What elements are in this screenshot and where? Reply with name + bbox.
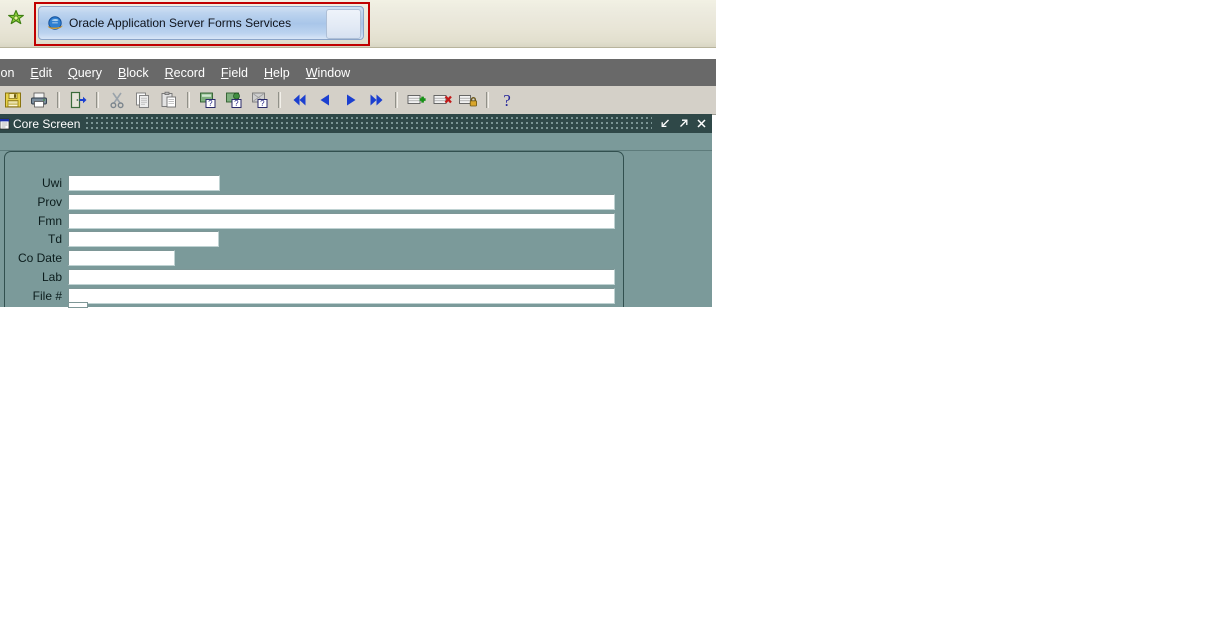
menu-item-query-label: uery	[77, 65, 103, 80]
form-row-co-date: Co Date	[0, 249, 175, 266]
close-button[interactable]	[694, 116, 709, 131]
cancel-query-icon[interactable]: ?	[249, 89, 271, 111]
titlebar-drag-hatch[interactable]	[86, 117, 652, 130]
first-record-icon[interactable]	[288, 89, 310, 111]
menu-item-field-label: ield	[228, 65, 249, 80]
taskbar-button-oracle-forms[interactable]: Oracle Application Server Forms Services	[38, 6, 364, 40]
menu-item-window[interactable]: Window	[298, 66, 358, 80]
menu-item-help-accel: H	[264, 65, 274, 80]
previous-record-icon[interactable]	[314, 89, 336, 111]
forms-mdi-client: Core Screen Uwi Prov Fmn Td Co Date Lab …	[0, 114, 712, 307]
toolbar-separator	[187, 92, 190, 108]
td-field[interactable]	[68, 230, 219, 247]
menu-item-action-label: ction	[0, 65, 15, 80]
co-date-label: Co Date	[17, 250, 62, 265]
prov-label: Prov	[37, 194, 62, 209]
windows-taskbar: Oracle Application Server Forms Services	[0, 0, 716, 48]
enter-query-icon[interactable]: ?	[197, 89, 219, 111]
toolbar-separator	[57, 92, 60, 108]
form-row-prov: Prov	[0, 193, 615, 210]
menu-item-record[interactable]: Record	[157, 66, 213, 80]
menu-item-action[interactable]: ction	[0, 66, 22, 80]
menu-item-edit[interactable]: Edit	[22, 66, 60, 80]
copy-icon[interactable]	[132, 89, 154, 111]
form-row-lab: Lab	[0, 268, 615, 285]
toolbar-separator	[486, 92, 489, 108]
form-window-titlebar[interactable]: Core Screen	[0, 114, 712, 133]
td-label: Td	[47, 231, 62, 246]
form-row-uwi: Uwi	[0, 174, 220, 191]
toolbar-separator	[278, 92, 281, 108]
menu-item-query-accel: Q	[67, 65, 78, 80]
delete-record-icon[interactable]	[431, 89, 453, 111]
svg-text:?: ?	[208, 99, 213, 108]
menu-item-query[interactable]: Query	[60, 66, 110, 80]
file-number-field[interactable]	[68, 287, 615, 304]
save-icon[interactable]	[2, 89, 24, 111]
clipped-field-below-fold	[68, 302, 88, 308]
form-row-td: Td	[0, 230, 219, 247]
menu-item-edit-accel: E	[30, 65, 39, 80]
co-date-field[interactable]	[68, 249, 175, 266]
forms-menu-bar: ction Edit Query Block Record Field Help…	[0, 59, 716, 86]
fmn-label: Fmn	[38, 213, 62, 228]
svg-text:?: ?	[234, 99, 239, 108]
menu-item-help[interactable]: Help	[256, 66, 298, 80]
uwi-label: Uwi	[42, 175, 62, 190]
uwi-field[interactable]	[68, 174, 220, 191]
cut-icon[interactable]	[106, 89, 128, 111]
execute-query-icon[interactable]: ?	[223, 89, 245, 111]
lab-label: Lab	[41, 269, 62, 284]
prov-field[interactable]	[68, 193, 615, 210]
form-row-fmn: Fmn	[0, 212, 615, 229]
taskbar-extra-button[interactable]	[326, 9, 361, 39]
exit-icon[interactable]	[67, 89, 89, 111]
form-window-icon	[0, 117, 10, 131]
restore-button[interactable]	[676, 116, 691, 131]
menu-item-block[interactable]: Block	[110, 66, 157, 80]
minimize-button[interactable]	[658, 116, 673, 131]
insert-record-icon[interactable]	[405, 89, 427, 111]
green-puzzle-icon[interactable]	[5, 8, 27, 30]
menu-item-field[interactable]: Field	[213, 66, 256, 80]
lab-field[interactable]	[68, 268, 615, 285]
lock-record-icon[interactable]	[457, 89, 479, 111]
paste-icon[interactable]	[158, 89, 180, 111]
menu-item-field-accel: F	[220, 65, 229, 80]
form-row-file-number: File #	[0, 287, 615, 304]
menu-item-record-label: ecord	[173, 65, 205, 80]
toolbar-separator	[96, 92, 99, 108]
form-window-title: Core Screen	[13, 116, 81, 131]
screenshot-root: Oracle Application Server Forms Services…	[0, 0, 1212, 617]
internet-explorer-icon	[46, 14, 64, 32]
toolbar-separator	[395, 92, 398, 108]
menu-item-edit-label: dit	[38, 65, 52, 80]
forms-toolbar: ? ? ? ?	[0, 86, 716, 115]
file-number-label: File #	[32, 288, 62, 303]
last-record-icon[interactable]	[366, 89, 388, 111]
next-record-icon[interactable]	[340, 89, 362, 111]
menu-item-help-label: elp	[273, 65, 290, 80]
menu-item-block-label: lock	[126, 65, 149, 80]
menu-item-window-accel: W	[305, 65, 318, 80]
fmn-field[interactable]	[68, 212, 615, 229]
taskbar-button-label: Oracle Application Server Forms Services	[69, 16, 292, 30]
help-icon[interactable]: ?	[496, 89, 518, 111]
print-icon[interactable]	[28, 89, 50, 111]
svg-text:?: ?	[503, 91, 511, 110]
svg-text:?: ?	[260, 99, 265, 108]
menu-item-record-accel: R	[164, 65, 174, 80]
menu-item-window-label: indow	[317, 65, 351, 80]
